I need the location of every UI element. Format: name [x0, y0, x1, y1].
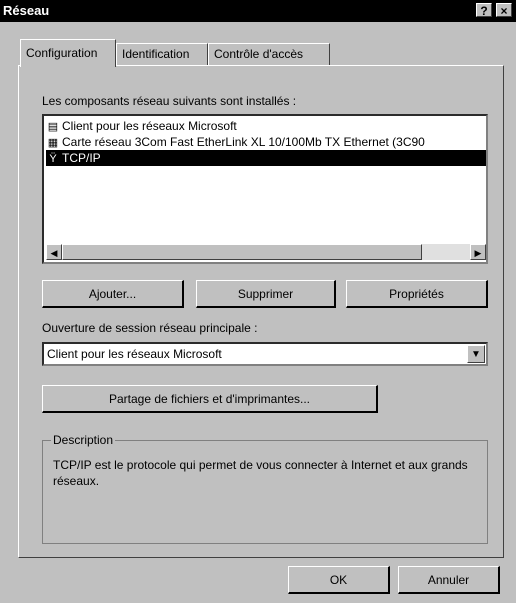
network-client-icon: ▤ — [47, 121, 59, 133]
list-item-network-card[interactable]: ▦ Carte réseau 3Com Fast EtherLink XL 10/… — [46, 134, 486, 150]
scroll-left-icon[interactable]: ◀ — [46, 244, 62, 260]
components-label: Les composants réseau suivants sont inst… — [42, 94, 297, 108]
protocol-icon: Ÿ — [49, 153, 57, 165]
logon-select[interactable]: Client pour les réseaux Microsoft ▼ — [42, 342, 488, 366]
help-button[interactable]: ? — [476, 3, 492, 18]
scroll-thumb[interactable] — [62, 244, 422, 260]
scroll-right-icon[interactable]: ▶ — [470, 244, 486, 260]
button-label: OK — [329, 573, 348, 587]
description-text: TCP/IP est le protocole qui permet de vo… — [53, 458, 468, 488]
tab-identification[interactable]: Identification — [116, 43, 208, 65]
list-item-tcpip[interactable]: Ÿ TCP/IP — [46, 150, 486, 166]
tab-configuration[interactable]: Configuration — [20, 39, 116, 67]
cancel-button[interactable]: Annuler — [398, 566, 500, 594]
close-button[interactable]: × — [496, 3, 512, 18]
add-button[interactable]: Ajouter... — [42, 280, 184, 308]
ok-button[interactable]: OK — [288, 566, 390, 594]
tab-access-control[interactable]: Contrôle d'accès — [208, 43, 330, 65]
list-item-label: TCP/IP — [62, 151, 101, 165]
tab-label: Identification — [122, 47, 190, 61]
button-label: Propriétés — [389, 287, 444, 301]
description-title: Description — [51, 433, 116, 447]
horizontal-scrollbar[interactable]: ◀ ▶ — [46, 244, 486, 260]
description-group: Description TCP/IP est le protocole qui … — [42, 433, 488, 544]
list-item-client[interactable]: ▤ Client pour les réseaux Microsoft — [46, 118, 486, 134]
logon-label: Ouverture de session réseau principale : — [42, 321, 258, 335]
network-card-icon: ▦ — [47, 137, 59, 149]
button-label: Supprimer — [237, 287, 294, 301]
title-bar[interactable]: Réseau ? × — [0, 0, 516, 22]
list-item-label: Carte réseau 3Com Fast EtherLink XL 10/1… — [62, 135, 425, 149]
network-dialog: Réseau ? × Configuration Identification … — [0, 0, 516, 603]
chevron-down-icon[interactable]: ▼ — [467, 345, 485, 363]
tab-label: Contrôle d'accès — [214, 47, 304, 61]
button-label: Annuler — [427, 573, 470, 587]
remove-button[interactable]: Supprimer — [196, 280, 336, 308]
logon-value: Client pour les réseaux Microsoft — [47, 347, 222, 361]
properties-button[interactable]: Propriétés — [346, 280, 488, 308]
window-title: Réseau — [3, 3, 50, 18]
list-item-label: Client pour les réseaux Microsoft — [62, 119, 237, 133]
file-printer-sharing-button[interactable]: Partage de fichiers et d'imprimantes... — [42, 385, 378, 413]
tab-label: Configuration — [26, 46, 98, 60]
button-label: Ajouter... — [88, 287, 137, 301]
components-listbox[interactable]: ▤ Client pour les réseaux Microsoft ▦ Cart… — [42, 114, 488, 264]
button-label: Partage de fichiers et d'imprimantes... — [108, 392, 311, 406]
